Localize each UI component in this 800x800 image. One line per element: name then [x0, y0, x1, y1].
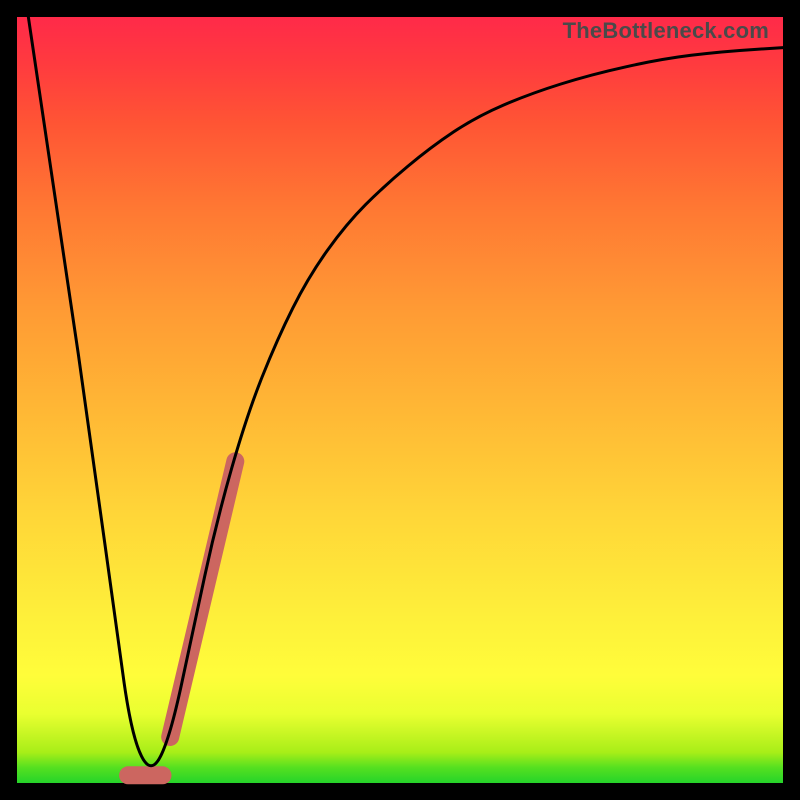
chart-frame: TheBottleneck.com: [0, 0, 800, 800]
bottleneck-curve: [17, 0, 783, 766]
plot-area: TheBottleneck.com: [17, 17, 783, 783]
chart-overlay: [17, 17, 783, 783]
